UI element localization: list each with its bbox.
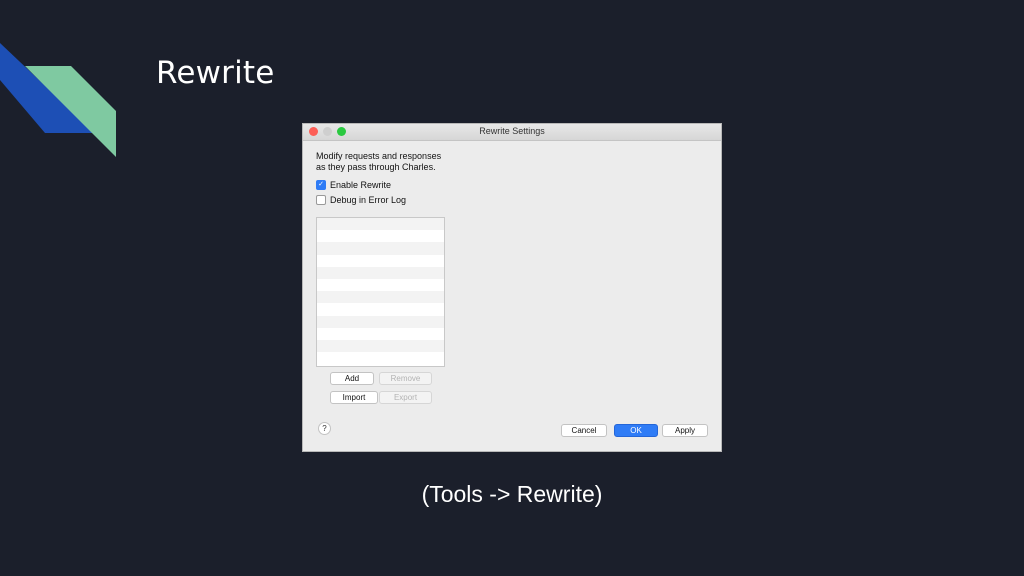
remove-button: Remove xyxy=(379,372,432,385)
rewrite-rules-list[interactable] xyxy=(316,217,445,367)
help-button[interactable]: ? xyxy=(318,422,331,435)
window-titlebar: Rewrite Settings xyxy=(303,124,721,141)
add-button[interactable]: Add xyxy=(330,372,374,385)
slide-title: Rewrite xyxy=(156,55,275,91)
decorative-stripes xyxy=(0,43,116,157)
enable-rewrite-label: Enable Rewrite xyxy=(330,180,392,190)
list-row[interactable] xyxy=(317,303,444,315)
import-button[interactable]: Import xyxy=(330,391,378,404)
list-row[interactable] xyxy=(317,218,444,231)
debug-error-log-label: Debug in Error Log xyxy=(330,195,407,205)
list-row[interactable] xyxy=(317,315,444,328)
apply-button[interactable]: Apply xyxy=(662,424,708,437)
list-row[interactable] xyxy=(317,266,444,279)
rewrite-settings-window: Rewrite Settings Modify requests and res… xyxy=(303,124,721,451)
description-line-2: as they pass through Charles. xyxy=(316,162,436,172)
export-button: Export xyxy=(379,391,432,404)
unchecked-box-icon[interactable] xyxy=(316,195,326,205)
list-row[interactable] xyxy=(317,328,444,340)
window-title: Rewrite Settings xyxy=(479,126,545,136)
list-row[interactable] xyxy=(317,279,444,291)
ok-button[interactable]: OK xyxy=(614,424,658,437)
checkmark-icon[interactable]: ✓ xyxy=(316,180,326,190)
list-row[interactable] xyxy=(317,255,444,267)
slide-caption: (Tools -> Rewrite) xyxy=(421,481,603,507)
description: Modify requests and responses as they pa… xyxy=(316,151,441,173)
list-row[interactable] xyxy=(317,291,444,304)
list-row[interactable] xyxy=(317,230,444,242)
enable-rewrite-checkbox[interactable]: ✓ Enable Rewrite xyxy=(316,180,391,190)
cancel-button[interactable]: Cancel xyxy=(561,424,607,437)
description-line-1: Modify requests and responses xyxy=(316,151,442,161)
list-row[interactable] xyxy=(317,352,444,364)
list-row[interactable] xyxy=(317,242,444,255)
list-row[interactable] xyxy=(317,339,444,353)
debug-error-log-checkbox[interactable]: Debug in Error Log xyxy=(316,195,406,205)
